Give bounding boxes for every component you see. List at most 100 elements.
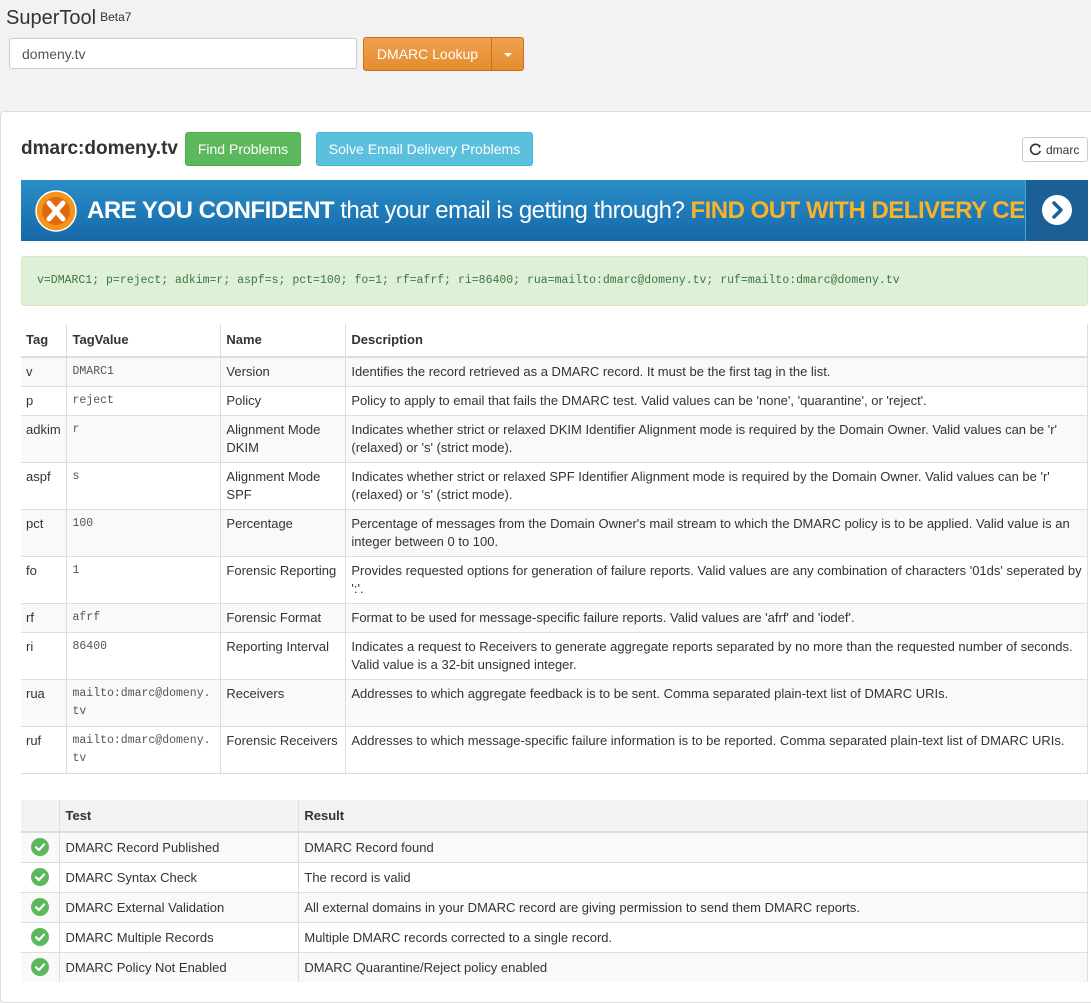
tag-value-cell: mailto:dmarc@domeny.tv bbox=[66, 679, 221, 727]
banner-arrow-button[interactable] bbox=[1025, 180, 1088, 241]
tag-value-cell: mailto:dmarc@domeny.tv bbox=[66, 726, 221, 774]
delivery-center-banner[interactable]: ARE YOU CONFIDENT that your email is get… bbox=[21, 180, 1088, 241]
tag-cell: rf bbox=[21, 603, 67, 633]
table-row: DMARC Record Published DMARC Record foun… bbox=[21, 831, 1088, 862]
tag-description-cell: Addresses to which aggregate feedback is… bbox=[345, 679, 1088, 727]
dmarc-record-text: v=DMARC1; p=reject; adkim=r; aspf=s; pct… bbox=[21, 256, 1088, 306]
status-cell bbox=[21, 831, 60, 862]
check-icon bbox=[31, 867, 50, 886]
tag-value-cell: s bbox=[66, 462, 221, 510]
tag-description-cell: Percentage of messages from the Domain O… bbox=[345, 509, 1088, 557]
tag-cell: fo bbox=[21, 556, 67, 604]
status-cell bbox=[21, 951, 60, 982]
table-row: fo 1 Forensic Reporting Provides request… bbox=[21, 556, 1088, 604]
tag-name-cell: Alignment Mode DKIM bbox=[220, 415, 346, 463]
find-problems-button[interactable]: Find Problems bbox=[185, 132, 301, 166]
test-result-cell: The record is valid bbox=[298, 861, 1088, 892]
refresh-label: dmarc bbox=[1046, 143, 1080, 157]
tag-value-cell: 86400 bbox=[66, 632, 221, 680]
test-name-cell: DMARC Syntax Check bbox=[59, 861, 299, 892]
column-header-name: Name bbox=[220, 324, 346, 358]
caret-down-icon bbox=[504, 53, 512, 57]
banner-text: ARE YOU CONFIDENT that your email is get… bbox=[87, 197, 1088, 225]
tag-name-cell: Reporting Interval bbox=[220, 632, 346, 680]
table-row: rf afrf Forensic Format Format to be use… bbox=[21, 603, 1088, 633]
solve-email-delivery-button[interactable]: Solve Email Delivery Problems bbox=[316, 132, 533, 166]
search-input[interactable] bbox=[9, 38, 357, 69]
tag-name-cell: Version bbox=[220, 356, 346, 387]
page-title: dmarc:domeny.tv bbox=[21, 138, 178, 159]
tag-description-cell: Addresses to which message-specific fail… bbox=[345, 726, 1088, 774]
tag-name-cell: Percentage bbox=[220, 509, 346, 557]
status-cell bbox=[21, 921, 60, 952]
table-row: DMARC Syntax Check The record is valid bbox=[21, 861, 1088, 892]
table-row: ruf mailto:dmarc@domeny.tv Forensic Rece… bbox=[21, 726, 1088, 774]
column-header-result: Result bbox=[298, 800, 1088, 833]
status-cell bbox=[21, 891, 60, 922]
tag-description-cell: Format to be used for message-specific f… bbox=[345, 603, 1088, 633]
dmarc-test-table: Test Result DMARC Record Published DMARC… bbox=[21, 800, 1088, 982]
table-row: DMARC Multiple Records Multiple DMARC re… bbox=[21, 921, 1088, 952]
test-name-cell: DMARC Multiple Records bbox=[59, 921, 299, 952]
test-name-cell: DMARC Record Published bbox=[59, 831, 299, 862]
refresh-icon bbox=[1029, 143, 1042, 156]
tag-name-cell: Policy bbox=[220, 386, 346, 416]
table-row: aspf s Alignment Mode SPF Indicates whet… bbox=[21, 462, 1088, 510]
test-name-cell: DMARC Policy Not Enabled bbox=[59, 951, 299, 982]
dmarc-lookup-button[interactable]: DMARC Lookup bbox=[364, 38, 491, 70]
tag-value-cell: afrf bbox=[66, 603, 221, 633]
tag-cell: pct bbox=[21, 509, 67, 557]
dmarc-tag-table: Tag TagValue Name Description v DMARC1 V… bbox=[21, 324, 1088, 774]
tag-cell: rua bbox=[21, 679, 67, 727]
tag-value-cell: reject bbox=[66, 386, 221, 416]
tag-name-cell: Forensic Format bbox=[220, 603, 346, 633]
tag-name-cell: Forensic Receivers bbox=[220, 726, 346, 774]
check-icon bbox=[31, 927, 50, 946]
app-brand[interactable]: SuperTool Beta7 bbox=[6, 7, 131, 30]
tag-cell: p bbox=[21, 386, 67, 416]
tag-value-cell: DMARC1 bbox=[66, 356, 221, 387]
tag-description-cell: Provides requested options for generatio… bbox=[345, 556, 1088, 604]
check-icon bbox=[31, 957, 50, 976]
tag-name-cell: Alignment Mode SPF bbox=[220, 462, 346, 510]
table-header-row: Tag TagValue Name Description bbox=[21, 324, 1088, 358]
tag-cell: aspf bbox=[21, 462, 67, 510]
column-header-tagvalue: TagValue bbox=[66, 324, 221, 358]
banner-bold-text: ARE YOU CONFIDENT bbox=[87, 197, 335, 224]
tag-description-cell: Policy to apply to email that fails the … bbox=[345, 386, 1088, 416]
table-row: rua mailto:dmarc@domeny.tv Receivers Add… bbox=[21, 679, 1088, 727]
test-result-cell: Multiple DMARC records corrected to a si… bbox=[298, 921, 1088, 952]
tag-name-cell: Receivers bbox=[220, 679, 346, 727]
table-row: DMARC Policy Not Enabled DMARC Quarantin… bbox=[21, 951, 1088, 982]
table-header-row: Test Result bbox=[21, 800, 1088, 833]
table-row: ri 86400 Reporting Interval Indicates a … bbox=[21, 632, 1088, 680]
tag-cell: ruf bbox=[21, 726, 67, 774]
tag-value-cell: r bbox=[66, 415, 221, 463]
refresh-button[interactable]: dmarc bbox=[1022, 137, 1088, 162]
test-result-cell: DMARC Record found bbox=[298, 831, 1088, 862]
test-result-cell: DMARC Quarantine/Reject policy enabled bbox=[298, 951, 1088, 982]
top-bar: SuperToolBeta7 DMARC Lookup bbox=[0, 0, 1091, 88]
tag-value-cell: 1 bbox=[66, 556, 221, 604]
table-row: DMARC External Validation All external d… bbox=[21, 891, 1088, 922]
table-row: adkim r Alignment Mode DKIM Indicates wh… bbox=[21, 415, 1088, 463]
tag-cell: v bbox=[21, 356, 67, 387]
app-name: SuperTool bbox=[6, 7, 97, 29]
tag-cell: adkim bbox=[21, 415, 67, 463]
lookup-dropdown-toggle[interactable] bbox=[491, 38, 524, 70]
version-badge: Beta7 bbox=[100, 10, 132, 24]
tag-name-cell: Forensic Reporting bbox=[220, 556, 346, 604]
column-header-description: Description bbox=[345, 324, 1088, 358]
table-row: v DMARC1 Version Identifies the record r… bbox=[21, 356, 1088, 387]
test-name-cell: DMARC External Validation bbox=[59, 891, 299, 922]
tag-description-cell: Indicates whether strict or relaxed SPF … bbox=[345, 462, 1088, 510]
banner-normal-text: that your email is getting through? bbox=[334, 197, 691, 224]
table-row: p reject Policy Policy to apply to email… bbox=[21, 386, 1088, 416]
tag-description-cell: Indicates whether strict or relaxed DKIM… bbox=[345, 415, 1088, 463]
x-logo-icon bbox=[35, 190, 77, 232]
dmarc-lookup-button-group: DMARC Lookup bbox=[363, 37, 524, 71]
test-result-cell: All external domains in your DMARC recor… bbox=[298, 891, 1088, 922]
column-header-status bbox=[21, 800, 60, 833]
tag-description-cell: Indicates a request to Receivers to gene… bbox=[345, 632, 1088, 680]
column-header-tag: Tag bbox=[21, 324, 67, 358]
